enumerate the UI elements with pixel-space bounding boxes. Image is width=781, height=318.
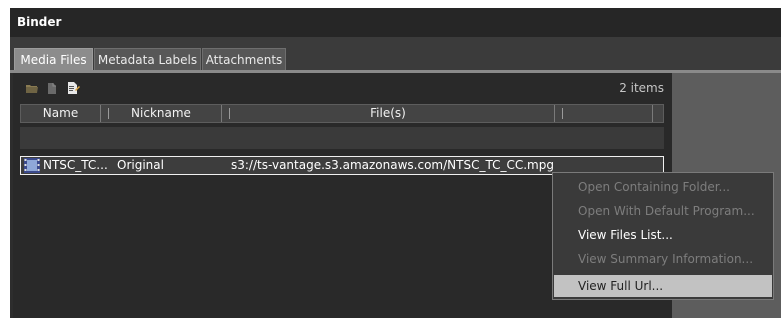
items-count: 2 items xyxy=(619,81,664,95)
menu-item-view-full-url[interactable]: View Full Url... xyxy=(554,275,772,297)
column-header-extra[interactable] xyxy=(555,105,653,122)
column-separator[interactable] xyxy=(562,108,563,119)
toolbar: 2 items xyxy=(13,76,672,100)
column-header-nickname[interactable]: Nickname xyxy=(101,105,222,122)
open-folder-icon[interactable] xyxy=(25,81,39,95)
tab-metadata-labels[interactable]: Metadata Labels xyxy=(94,48,201,70)
film-icon xyxy=(24,158,40,173)
row-name: NTSC_TC... xyxy=(43,158,108,172)
menu-item-open-containing-folder[interactable]: Open Containing Folder... xyxy=(554,176,772,198)
menu-item-view-summary-information[interactable]: View Summary Information... xyxy=(554,248,772,270)
column-header-files[interactable]: File(s) xyxy=(222,105,555,122)
tab-attachments[interactable]: Attachments xyxy=(202,48,286,70)
menu-item-view-files-list[interactable]: View Files List... xyxy=(554,224,772,246)
column-separator[interactable] xyxy=(108,108,109,119)
context-menu: Open Containing Folder... Open With Defa… xyxy=(552,172,774,300)
new-file-icon[interactable] xyxy=(45,81,59,95)
edit-file-icon[interactable] xyxy=(66,81,80,95)
tab-strip: Media Files Metadata Labels Attachments xyxy=(10,37,781,73)
menu-item-open-with-default-program[interactable]: Open With Default Program... xyxy=(554,200,772,222)
filter-row xyxy=(20,127,664,149)
column-header-name[interactable]: Name xyxy=(21,105,101,122)
table-header: Name Nickname File(s) xyxy=(20,104,664,123)
column-separator[interactable] xyxy=(229,108,230,119)
row-nickname: Original xyxy=(117,158,164,172)
tab-media-files[interactable]: Media Files xyxy=(14,48,93,70)
row-file: s3://ts-vantage.s3.amazonaws.com/NTSC_TC… xyxy=(231,158,554,172)
window-title: Binder xyxy=(10,8,781,37)
